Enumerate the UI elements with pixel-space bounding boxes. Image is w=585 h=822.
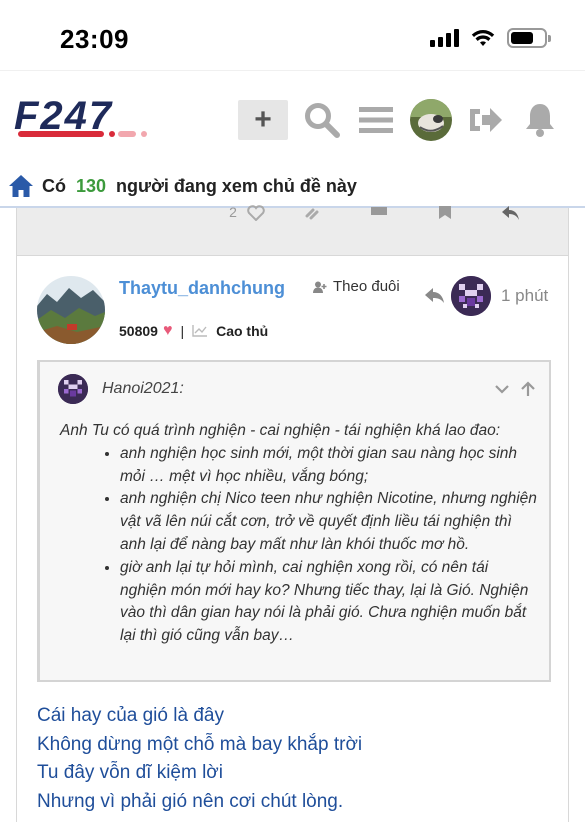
site-logo[interactable]: F247 (14, 94, 169, 143)
quote-block: Hanoi2021: Anh Tu có quá trình nghiện - … (37, 360, 551, 682)
reply-button[interactable] (489, 206, 533, 226)
chart-icon (192, 325, 208, 337)
link-icon (305, 208, 319, 220)
viewers-prefix: Có (42, 175, 66, 196)
status-bar: 23:09 (0, 0, 585, 70)
reply-icon (502, 206, 519, 220)
post-time[interactable]: 1 phút (501, 286, 548, 306)
status-icons (430, 28, 551, 48)
poem-line: Nhưng vì phải gió nên cơi chút lòng. (37, 790, 344, 812)
new-topic-button[interactable]: + (238, 100, 288, 140)
post: Thaytu_danhchung Theo đuôi 1 phút 50809 … (16, 256, 569, 822)
hamburger-menu-icon[interactable] (356, 100, 396, 140)
arrow-up-icon[interactable] (520, 381, 536, 397)
meta-separator: | (180, 323, 185, 339)
author-username[interactable]: Thaytu_danhchung (119, 278, 285, 299)
quote-header: Hanoi2021: (58, 374, 536, 404)
post-body-poem: Cái hay của gió là đây Không dừng một ch… (37, 702, 557, 816)
quote-username: Hanoi2021: (102, 380, 184, 397)
quote-list-item: anh nghiện chị Nico teen như nghiện Nico… (120, 488, 538, 556)
quote-list-item: giờ anh lại tự hỏi mình, cai nghiện xong… (120, 557, 538, 648)
reply-to-indicator[interactable] (425, 276, 491, 316)
quote-list: anh nghiện học sinh mới, một thời gian s… (120, 443, 538, 648)
user-avatar[interactable] (410, 99, 452, 141)
topic-viewers-bar: Có 130 người đang xem chủ đề này (0, 166, 585, 208)
author-rank: Cao thủ (216, 323, 269, 339)
viewers-suffix: người đang xem chủ đề này (116, 175, 357, 196)
logout-icon[interactable] (466, 100, 506, 140)
copy-link-button[interactable] (291, 208, 335, 226)
flag-icon (371, 207, 387, 215)
follow-label: Theo đuôi (333, 278, 400, 295)
like-button[interactable]: 2 (225, 204, 269, 226)
chevron-down-icon[interactable] (494, 381, 510, 397)
heart-icon: ♥ (162, 322, 173, 339)
quote-user-avatar (58, 374, 88, 404)
reply-arrow-icon (425, 288, 444, 303)
f247-logo-icon: F247 (14, 94, 147, 138)
like-count: 2 (229, 204, 237, 220)
battery-icon (507, 28, 551, 48)
notification-bell-icon[interactable] (520, 100, 560, 140)
home-icon[interactable] (8, 174, 34, 198)
follow-button[interactable]: Theo đuôi (313, 278, 400, 295)
author-score: 50809 (119, 323, 158, 339)
poem-line: Cái hay của gió là đây (37, 705, 224, 726)
wifi-icon (471, 30, 495, 46)
previous-post-actions: 2 (225, 204, 533, 226)
heart-outline-icon (247, 205, 265, 221)
previous-post-footer: 2 (16, 204, 569, 256)
status-time: 23:09 (60, 24, 129, 54)
flag-button[interactable] (357, 207, 401, 226)
author-avatar[interactable] (37, 276, 105, 344)
cellular-signal-icon (430, 29, 459, 47)
bookmark-button[interactable] (423, 206, 467, 226)
header-actions: + (238, 99, 560, 141)
quote-list-item: anh nghiện học sinh mới, một thời gian s… (120, 443, 538, 489)
search-icon[interactable] (302, 100, 342, 140)
poem-line: Tu đây vỗn dĩ kiệm lời (37, 762, 223, 784)
bookmark-icon (439, 206, 451, 219)
poem-line: Không dừng một chỗ mà bay khắp trời (37, 733, 363, 755)
quote-tools (494, 381, 536, 397)
author-meta: 50809 ♥ | Cao thủ (119, 322, 268, 340)
reply-to-avatar (451, 276, 491, 316)
quote-intro: Anh Tu có quá trình nghiện - cai nghiện … (60, 422, 501, 439)
quote-body: Anh Tu có quá trình nghiện - cai nghiện … (60, 420, 538, 648)
viewers-count: 130 (76, 175, 107, 196)
site-header: F247 + (0, 70, 585, 166)
add-user-icon (313, 281, 327, 293)
